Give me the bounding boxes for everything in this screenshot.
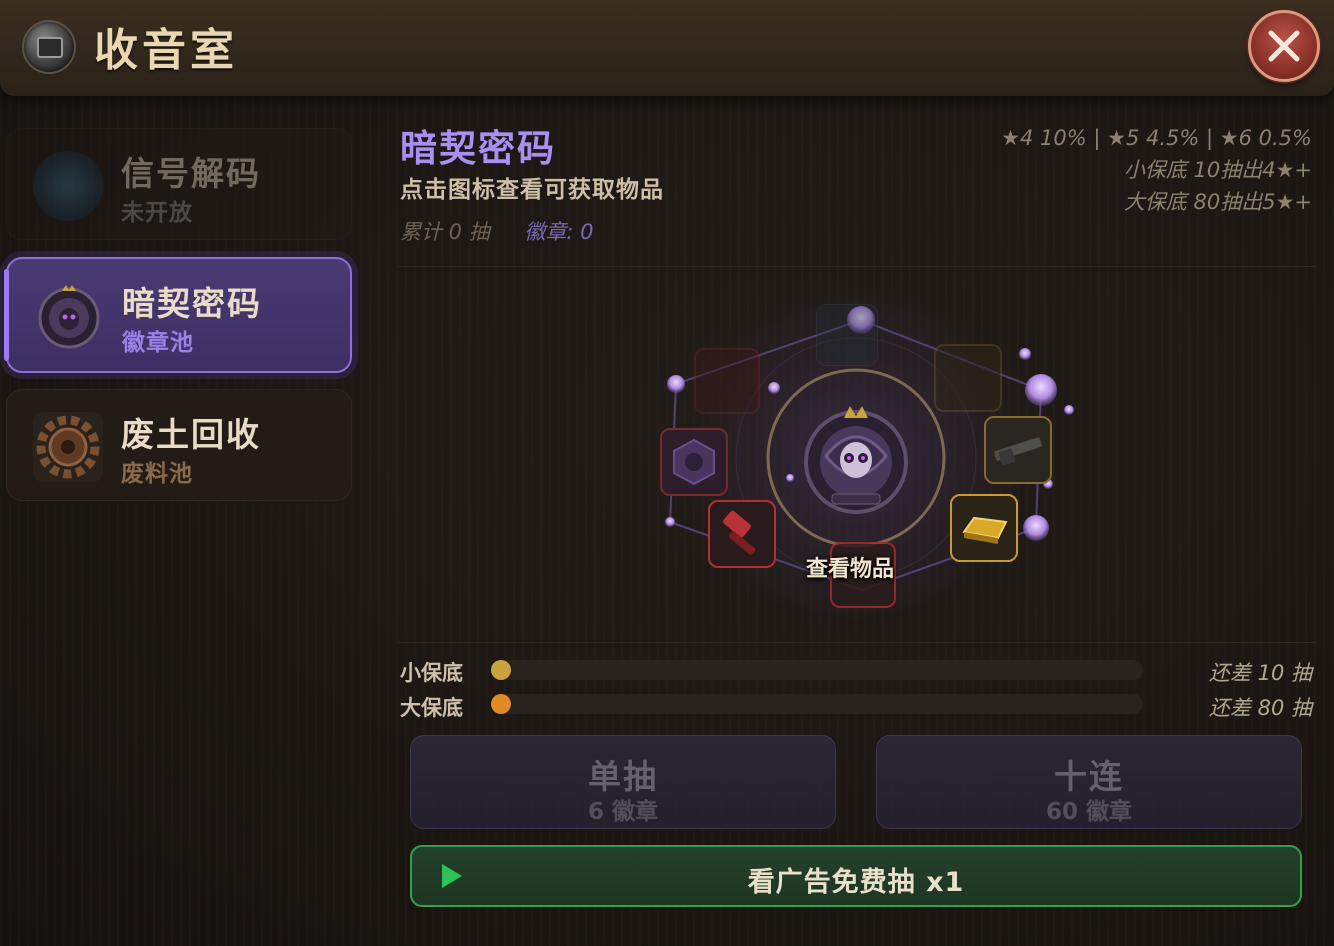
ten-draw-label: 十连 (1054, 757, 1124, 796)
ten-draw-cost: 60 徽章 (1045, 799, 1132, 825)
header-bar: 收音室 (0, 0, 1334, 96)
big-pity-rule: 大保底 80抽出5★+ (1123, 190, 1312, 214)
sidebar-item-subtitle: 未开放 (121, 200, 193, 226)
sidebar-item-subtitle: 废料池 (121, 461, 193, 487)
small-pity-rule: 小保底 10抽出4★+ (1123, 158, 1312, 182)
single-draw-button[interactable]: 单抽 6 徽章 (410, 735, 836, 829)
small-pity-progress (491, 660, 1143, 680)
reward-item-hammer[interactable] (708, 500, 776, 568)
big-pity-remaining: 还差 80 抽 (1208, 696, 1312, 720)
reward-item-gold-bar[interactable] (950, 494, 1018, 562)
watch-ad-free-draw-button[interactable]: 看广告免费抽 x1 (410, 845, 1302, 907)
sidebar-item-title: 信号解码 (121, 154, 261, 193)
gear-icon (33, 412, 103, 482)
small-pity-label: 小保底 (400, 661, 463, 685)
reward-item-paper[interactable] (816, 304, 878, 366)
reward-item-glove-gold[interactable] (934, 344, 1002, 412)
ten-draw-button[interactable]: 十连 60 徽章 (876, 735, 1302, 829)
reward-item-gloves[interactable] (694, 348, 760, 414)
reward-item-rifle[interactable] (984, 416, 1052, 484)
sidebar-item-title: 暗契密码 (122, 284, 262, 323)
small-pity-marker (491, 660, 511, 680)
pool-title: 暗契密码 (400, 127, 556, 170)
big-pity-marker (491, 694, 511, 714)
pool-stats: 累计 0 抽 徽章: 0 (400, 216, 594, 246)
small-pity-remaining: 还差 10 抽 (1208, 661, 1312, 685)
skull-snake-emblem-icon (804, 406, 908, 514)
close-icon (1268, 30, 1300, 62)
radio-room-icon (22, 20, 76, 74)
divider (398, 266, 1316, 267)
pool-hint: 点击图标查看可获取物品 (400, 177, 664, 203)
sidebar-item-dark-pact-code[interactable]: 暗契密码 徽章池 (4, 257, 352, 373)
sidebar-item-title: 废土回收 (121, 415, 261, 454)
view-items-button[interactable]: 查看物品 (806, 551, 894, 583)
sidebar-item-wasteland-recycle[interactable]: 废土回收 废料池 (6, 389, 352, 501)
skull-snake-emblem-icon (34, 281, 104, 351)
reward-wheel[interactable] (640, 280, 1100, 640)
reward-item-hex-token[interactable] (660, 428, 728, 496)
rate-line: ★4 10% | ★5 4.5% | ★6 0.5% (1001, 126, 1312, 150)
single-draw-label: 单抽 (588, 757, 658, 796)
big-pity-label: 大保底 (400, 696, 463, 720)
big-pity-progress (491, 694, 1143, 714)
single-draw-cost: 6 徽章 (587, 799, 658, 825)
signal-decode-icon (33, 151, 103, 221)
watch-ad-label: 看广告免费抽 x1 (747, 867, 965, 898)
page-title: 收音室 (94, 25, 238, 76)
sidebar-item-subtitle: 徽章池 (122, 330, 194, 356)
drop-rates: ★4 10% | ★5 4.5% | ★6 0.5% 小保底 10抽出4★+ 大… (1001, 122, 1312, 218)
divider (398, 642, 1316, 643)
sidebar-item-signal-decode[interactable]: 信号解码 未开放 (6, 128, 352, 240)
close-button[interactable] (1248, 10, 1320, 82)
badge-count: 徽章: 0 (524, 220, 594, 244)
total-draws: 累计 0 抽 (400, 220, 490, 244)
